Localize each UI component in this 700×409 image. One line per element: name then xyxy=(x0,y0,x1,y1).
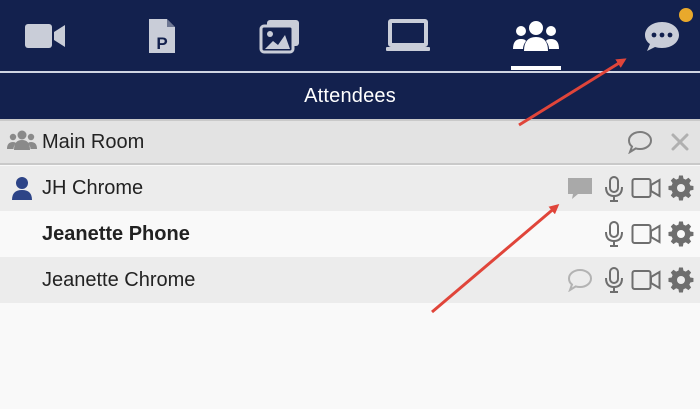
chat-bubble-filled-icon xyxy=(568,178,592,199)
attendee-settings-button[interactable] xyxy=(668,175,694,206)
attendee-row[interactable]: JH Chrome xyxy=(0,166,700,211)
attendee-mic-button[interactable] xyxy=(604,266,624,299)
screen-share-icon xyxy=(386,18,430,51)
video-camera-outline-icon xyxy=(631,224,661,244)
close-icon xyxy=(671,133,689,151)
attendee-mic-button[interactable] xyxy=(604,220,624,253)
attendee-chat-button[interactable] xyxy=(567,268,593,297)
attendee-settings-button[interactable] xyxy=(668,221,694,252)
svg-text:P: P xyxy=(156,34,167,53)
chat-bubble-outline-icon xyxy=(627,130,653,155)
images-icon xyxy=(259,19,299,53)
room-chat-button[interactable] xyxy=(627,130,653,159)
room-name: Main Room xyxy=(42,130,145,153)
attendees-panel: P Attendees Main Room JH Chrome Jeanette… xyxy=(0,0,700,409)
video-camera-outline-icon xyxy=(631,178,661,198)
microphone-icon xyxy=(605,221,623,247)
attendee-settings-button[interactable] xyxy=(668,267,694,298)
active-tab-indicator xyxy=(511,66,561,70)
attendee-chat-button[interactable] xyxy=(566,176,594,207)
attendee-row[interactable]: Jeanette Phone xyxy=(0,211,700,257)
attendee-row[interactable]: Jeanette Chrome xyxy=(0,257,700,303)
group-icon xyxy=(7,128,37,157)
images-tool-button[interactable] xyxy=(258,0,302,71)
chat-icon xyxy=(645,21,679,51)
video-tool-button[interactable] xyxy=(22,0,68,71)
powerpoint-file-icon: P xyxy=(149,18,175,53)
screen-share-tool-button[interactable] xyxy=(385,0,431,71)
gear-icon xyxy=(668,175,694,201)
video-camera-outline-icon xyxy=(631,270,661,290)
attendee-video-button[interactable] xyxy=(631,223,661,250)
close-room-button[interactable] xyxy=(670,132,690,157)
attendees-tool-button[interactable] xyxy=(511,0,561,71)
chat-notification-badge xyxy=(677,6,695,24)
panel-title-bar: Attendees xyxy=(0,73,700,119)
panel-title: Attendees xyxy=(304,84,396,107)
room-row-main[interactable]: Main Room xyxy=(0,119,700,165)
video-camera-icon xyxy=(25,23,65,48)
attendee-name: Jeanette Chrome xyxy=(42,268,196,291)
microphone-icon xyxy=(605,267,623,293)
attendee-name: JH Chrome xyxy=(42,177,144,199)
chat-bubble-outline-icon xyxy=(567,268,593,293)
attendee-mic-button[interactable] xyxy=(604,175,624,208)
gear-icon xyxy=(668,221,694,247)
gear-icon xyxy=(668,267,694,293)
attendees-group-icon xyxy=(513,20,559,51)
microphone-icon xyxy=(605,176,623,202)
attendee-name: Jeanette Phone xyxy=(42,222,190,245)
attendee-video-button[interactable] xyxy=(631,269,661,296)
top-toolbar: P xyxy=(0,0,700,71)
attendee-video-button[interactable] xyxy=(631,177,661,204)
presentation-tool-button[interactable]: P xyxy=(145,0,179,71)
user-icon xyxy=(11,176,33,205)
